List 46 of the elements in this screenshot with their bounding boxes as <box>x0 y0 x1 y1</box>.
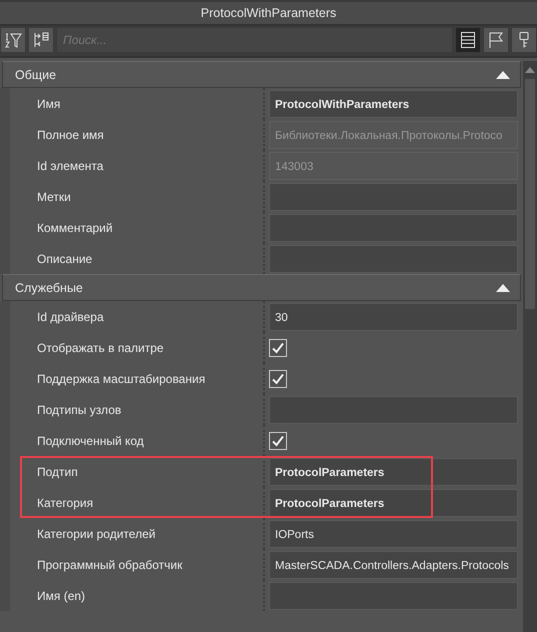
key-icon <box>518 31 530 49</box>
property-label: Имя <box>37 96 60 110</box>
property-label: Подтип <box>37 464 78 478</box>
scroll-up-icon <box>525 67 535 73</box>
value-field[interactable]: ProtocolParameters <box>269 458 518 486</box>
list-icon <box>460 31 476 49</box>
collapse-triangle-icon <box>496 284 510 292</box>
value-field[interactable]: 30 <box>269 302 518 330</box>
property-label: Id драйвера <box>37 310 104 324</box>
list-view-button[interactable] <box>455 27 481 53</box>
property-label: Категории родителей <box>37 526 156 540</box>
property-label: Отображать в палитре <box>37 340 164 354</box>
value-field[interactable] <box>269 244 518 272</box>
key-view-button[interactable] <box>511 27 537 53</box>
value-field[interactable]: IOPorts <box>269 520 518 548</box>
check-icon <box>271 434 285 448</box>
check-icon <box>271 372 285 386</box>
property-label: Имя (en) <box>37 588 86 602</box>
checkbox[interactable] <box>269 370 287 388</box>
value-field[interactable]: ProtocolWithParameters <box>269 90 518 118</box>
property-label: Описание <box>37 252 92 266</box>
collapse-triangle-icon <box>496 70 510 78</box>
property-label: Поддержка масштабирования <box>37 372 206 386</box>
flag-view-button[interactable] <box>483 27 509 53</box>
checkbox[interactable] <box>269 338 287 356</box>
window-title: ProtocolWithParameters <box>0 2 537 26</box>
property-label: Категория <box>37 496 94 510</box>
value-field[interactable]: MasterSCADA.Controllers.Adapters.Protocols <box>269 550 518 578</box>
property-label: Полное имя <box>37 128 104 142</box>
value-field[interactable]: ProtocolParameters <box>269 488 518 516</box>
property-label: Id элемента <box>37 158 104 172</box>
section-header[interactable]: Общие <box>2 61 521 88</box>
property-label: Подключенный код <box>37 434 144 448</box>
property-label: Программный обработчик <box>37 558 182 572</box>
property-label: Подтипы узлов <box>37 402 122 416</box>
collapse-button[interactable] <box>28 27 54 53</box>
check-icon <box>271 340 285 354</box>
checkbox[interactable] <box>269 432 287 450</box>
property-label: Комментарий <box>37 220 113 234</box>
filter-icon <box>4 31 22 49</box>
section-header[interactable]: Служебные <box>2 274 521 301</box>
scrollbar[interactable] <box>523 61 537 632</box>
sort-filter-button[interactable] <box>0 27 26 53</box>
property-label: Метки <box>37 190 71 204</box>
flag-icon <box>488 31 504 49</box>
tree-icon <box>32 31 50 49</box>
